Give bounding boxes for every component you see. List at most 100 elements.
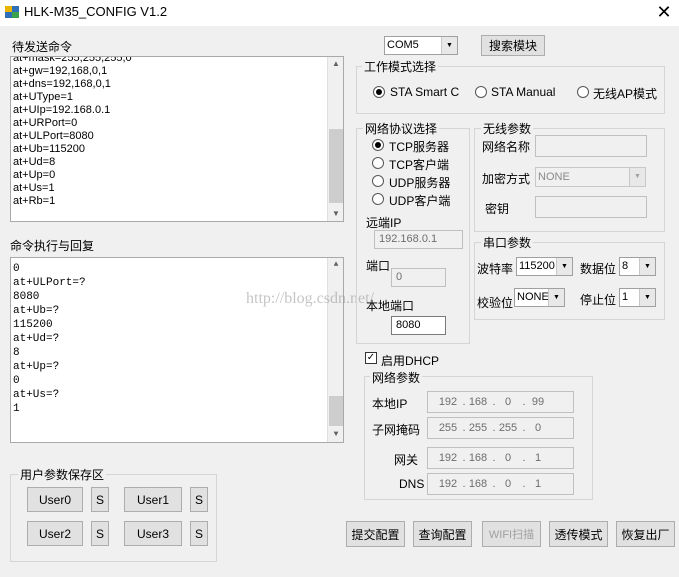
com-port-select[interactable]: COM5 ▼ bbox=[384, 36, 458, 55]
dhcp-label[interactable]: 启用DHCP bbox=[381, 352, 439, 369]
ip-address-field[interactable]: 255. 255. 255. 0 bbox=[427, 417, 574, 439]
ip-octet[interactable]: 168 bbox=[466, 392, 490, 412]
ip-octet[interactable]: 99 bbox=[526, 392, 550, 412]
ip-octet[interactable]: 192 bbox=[436, 474, 460, 494]
ip-octet[interactable]: 0 bbox=[496, 474, 520, 494]
transparent-mode-button[interactable]: 透传模式 bbox=[549, 521, 608, 547]
text-line: at+Ud=? bbox=[13, 333, 60, 345]
ip-row-label: 本地IP bbox=[372, 397, 408, 411]
ip-octet[interactable]: 1 bbox=[526, 448, 550, 468]
protocol-radio-3[interactable] bbox=[372, 193, 384, 205]
protocol-label-3[interactable]: UDP客户端 bbox=[389, 192, 450, 209]
ip-address-field[interactable]: 192. 168. 0. 99 bbox=[427, 391, 574, 413]
work-mode-label-2[interactable]: 无线AP模式 bbox=[593, 85, 657, 102]
close-icon[interactable]: ✕ bbox=[654, 2, 674, 22]
wifi-scan-button[interactable]: WIFI扫描 bbox=[482, 521, 541, 547]
ip-address-field[interactable]: 192. 168. 0. 1 bbox=[427, 473, 574, 495]
baud-select[interactable]: 115200 ▼ bbox=[516, 257, 573, 276]
scroll-thumb[interactable] bbox=[329, 129, 343, 203]
dhcp-checkbox[interactable]: ✓ bbox=[365, 352, 377, 364]
text-line: at+Ud=8 bbox=[13, 156, 56, 168]
ip-row-label: 子网掩码 bbox=[372, 423, 421, 437]
ip-octet[interactable]: 168 bbox=[466, 474, 490, 494]
scroll-down-icon[interactable]: ▼ bbox=[328, 207, 343, 221]
search-module-button[interactable]: 搜索模块 bbox=[481, 35, 545, 56]
ip-row-label: DNS bbox=[399, 477, 425, 491]
net-protocol-title: 网络协议选择 bbox=[363, 120, 440, 137]
user2-button[interactable]: User2 bbox=[27, 521, 83, 546]
save-user0-button[interactable]: S bbox=[91, 487, 109, 512]
user0-button[interactable]: User0 bbox=[27, 487, 83, 512]
work-mode-label-0[interactable]: STA Smart C bbox=[390, 85, 459, 99]
watermark-text: http://blog.csdn.net/ bbox=[246, 290, 374, 307]
ip-octet[interactable]: 168 bbox=[466, 448, 490, 468]
save-user3-button[interactable]: S bbox=[190, 521, 208, 546]
send-scrollbar[interactable]: ▲ ▼ bbox=[327, 57, 343, 221]
query-config-button[interactable]: 查询配置 bbox=[413, 521, 472, 547]
stopbits-label: 停止位 bbox=[580, 293, 617, 307]
databits-select[interactable]: 8 ▼ bbox=[619, 257, 656, 276]
ip-octet[interactable]: 192 bbox=[436, 392, 460, 412]
local-port-label: 本地端口 bbox=[366, 299, 415, 313]
factory-reset-button[interactable]: 恢复出厂 bbox=[616, 521, 675, 547]
port-field[interactable]: 0 bbox=[391, 268, 446, 287]
scroll-down-icon[interactable]: ▼ bbox=[328, 428, 343, 442]
databits-label: 数据位 bbox=[580, 262, 617, 276]
reply-textarea[interactable]: 0 at+ULPort=? 8080 at+Ub=? 115200 at+Ud=? 8 at+… bbox=[10, 257, 344, 443]
ip-octet[interactable]: 255 bbox=[466, 418, 490, 438]
scroll-thumb[interactable] bbox=[329, 396, 343, 426]
ip-octet[interactable]: 0 bbox=[526, 418, 550, 438]
com-port-value: COM5 bbox=[387, 39, 419, 51]
submit-config-button[interactable]: 提交配置 bbox=[346, 521, 405, 547]
protocol-label-1[interactable]: TCP客户端 bbox=[389, 156, 449, 173]
reply-scrollbar[interactable]: ▲ ▼ bbox=[327, 258, 343, 442]
ip-octet[interactable]: 192 bbox=[436, 448, 460, 468]
chevron-down-icon[interactable]: ▼ bbox=[556, 258, 572, 275]
protocol-label-0[interactable]: TCP服务器 bbox=[389, 138, 449, 155]
save-user1-button[interactable]: S bbox=[190, 487, 208, 512]
save-user2-button[interactable]: S bbox=[91, 521, 109, 546]
key-label: 密钥 bbox=[485, 202, 510, 216]
text-line: at+Rb=1 bbox=[13, 195, 56, 207]
send-label: 待发送命令 bbox=[12, 40, 73, 54]
ip-octet[interactable]: 0 bbox=[496, 392, 520, 412]
work-mode-radio-1[interactable] bbox=[475, 86, 487, 98]
remote-ip-field[interactable]: 192.168.0.1 bbox=[374, 230, 463, 249]
protocol-radio-0[interactable] bbox=[372, 139, 384, 151]
protocol-label-2[interactable]: UDP服务器 bbox=[389, 174, 450, 191]
serial-title: 串口参数 bbox=[481, 234, 534, 251]
remote-ip-label: 远端IP bbox=[366, 216, 402, 230]
user3-button[interactable]: User3 bbox=[124, 521, 182, 546]
text-line: at+Us=? bbox=[13, 389, 60, 401]
baud-value: 115200 bbox=[519, 260, 555, 272]
protocol-radio-2[interactable] bbox=[372, 175, 384, 187]
chevron-down-icon[interactable]: ▼ bbox=[639, 289, 655, 306]
chevron-down-icon[interactable]: ▼ bbox=[639, 258, 655, 275]
ip-octet[interactable]: 0 bbox=[496, 448, 520, 468]
parity-select[interactable]: NONE ▼ bbox=[514, 288, 565, 307]
chevron-down-icon[interactable]: ▼ bbox=[441, 37, 457, 54]
encrypt-select[interactable]: NONE ▼ bbox=[535, 167, 646, 187]
work-mode-label-1[interactable]: STA Manual bbox=[491, 85, 555, 99]
scroll-up-icon[interactable]: ▲ bbox=[328, 57, 343, 71]
protocol-radio-1[interactable] bbox=[372, 157, 384, 169]
scroll-up-icon[interactable]: ▲ bbox=[328, 258, 343, 272]
user1-button[interactable]: User1 bbox=[124, 487, 182, 512]
chevron-down-icon[interactable]: ▼ bbox=[548, 289, 564, 306]
work-mode-radio-0[interactable] bbox=[373, 86, 385, 98]
local-port-field[interactable]: 8080 bbox=[391, 316, 446, 335]
ip-octet[interactable]: 1 bbox=[526, 474, 550, 494]
ip-octet[interactable]: 255 bbox=[436, 418, 460, 438]
work-mode-radio-2[interactable] bbox=[577, 86, 589, 98]
ip-address-field[interactable]: 192. 168. 0. 1 bbox=[427, 447, 574, 469]
text-line: at+Up=? bbox=[13, 361, 60, 373]
text-line: at+Up=0 bbox=[13, 169, 56, 181]
key-field[interactable] bbox=[535, 196, 647, 218]
databits-value: 8 bbox=[622, 260, 629, 272]
network-name-field[interactable] bbox=[535, 135, 647, 157]
encrypt-label: 加密方式 bbox=[482, 172, 531, 186]
chevron-down-icon[interactable]: ▼ bbox=[629, 168, 645, 186]
send-textarea[interactable]: at+mask=255,255,255,0 at+gw=192,168,0,1 at… bbox=[10, 56, 344, 222]
ip-octet[interactable]: 255 bbox=[496, 418, 520, 438]
stopbits-select[interactable]: 1 ▼ bbox=[619, 288, 656, 307]
